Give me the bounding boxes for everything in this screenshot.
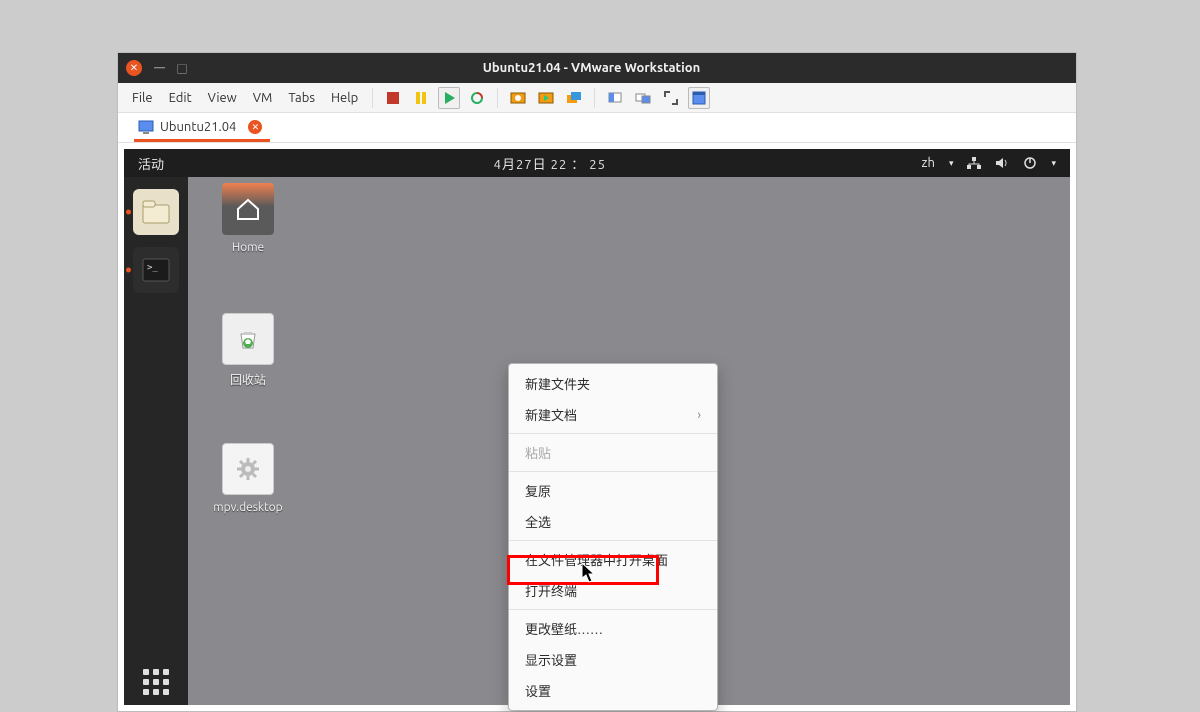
close-button[interactable]: ✕ — [126, 60, 142, 76]
menu-paste: 粘贴 — [509, 437, 717, 468]
close-tab-icon[interactable]: ✕ — [248, 120, 262, 134]
network-icon[interactable] — [967, 156, 981, 170]
snapshot-revert-icon[interactable] — [535, 87, 557, 109]
power-off-icon[interactable] — [382, 87, 404, 109]
window-title: Ubuntu21.04 - VMware Workstation — [187, 61, 996, 75]
vm-tabbar: Ubuntu21.04 ✕ — [118, 113, 1076, 143]
display-multi-icon[interactable] — [632, 87, 654, 109]
gnome-top-bar: 活动 4月27日 22 ： 25 zh ▾ ▾ — [124, 149, 1070, 177]
ubuntu-guest[interactable]: 活动 4月27日 22 ： 25 zh ▾ ▾ >_ — [124, 149, 1070, 705]
menu-tabs[interactable]: Tabs — [280, 91, 323, 105]
gear-icon — [222, 443, 274, 495]
trash-icon — [222, 313, 274, 365]
snapshot-icon[interactable] — [507, 87, 529, 109]
desktop-icon-label: 回收站 — [208, 371, 288, 388]
desktop-icon-label: Home — [208, 241, 288, 254]
menubar: File Edit View VM Tabs Help — [118, 83, 1076, 113]
menu-vm[interactable]: VM — [245, 91, 281, 105]
files-icon — [141, 199, 171, 225]
volume-icon[interactable] — [995, 156, 1009, 170]
play-icon[interactable] — [438, 87, 460, 109]
monitor-icon — [138, 119, 154, 135]
menu-separator — [509, 540, 717, 541]
desktop-context-menu: 新建文件夹 新建文档› 粘贴 复原 全选 在文件管理器中打开桌面 打开终端 更改… — [508, 363, 718, 711]
terminal-icon: >_ — [141, 257, 171, 283]
menu-view[interactable]: View — [200, 91, 245, 105]
display-single-icon[interactable] — [604, 87, 626, 109]
activities-button[interactable]: 活动 — [124, 154, 178, 173]
apps-grid-icon — [143, 669, 169, 695]
menu-separator — [509, 471, 717, 472]
menu-restore[interactable]: 复原 — [509, 475, 717, 506]
dock-files[interactable] — [133, 189, 179, 235]
unity-mode-icon[interactable] — [688, 87, 710, 109]
desktop-icon-home[interactable]: Home — [208, 183, 288, 254]
annotation-highlight — [507, 555, 659, 585]
chevron-right-icon: › — [697, 408, 701, 422]
desktop-icon-trash[interactable]: 回收站 — [208, 313, 288, 388]
menu-file[interactable]: File — [124, 91, 161, 105]
titlebar: ✕ — ▢ Ubuntu21.04 - VMware Workstation — [118, 53, 1076, 83]
fullscreen-icon[interactable] — [660, 87, 682, 109]
system-tray[interactable]: zh ▾ ▾ — [922, 156, 1070, 170]
menu-change-wallpaper[interactable]: 更改壁纸…… — [509, 613, 717, 644]
dock: >_ — [124, 177, 188, 705]
svg-text:>_: >_ — [147, 263, 158, 273]
desktop-icon-label: mpv.desktop — [208, 501, 288, 514]
vm-display-area: 活动 4月27日 22 ： 25 zh ▾ ▾ >_ — [118, 143, 1076, 711]
snapshot-manager-icon[interactable] — [563, 87, 585, 109]
restart-icon[interactable] — [466, 87, 488, 109]
chevron-down-icon: ▾ — [949, 158, 954, 169]
vm-tab-label: Ubuntu21.04 — [160, 120, 236, 134]
menu-edit[interactable]: Edit — [161, 91, 200, 105]
desktop[interactable]: Home 回收站 mpv.desktop 新建文件夹 — [188, 177, 1070, 705]
clock[interactable]: 4月27日 22 ： 25 — [178, 154, 922, 173]
menu-new-document[interactable]: 新建文档› — [509, 399, 717, 430]
menu-settings[interactable]: 设置 — [509, 675, 717, 706]
chevron-down-icon: ▾ — [1051, 158, 1056, 169]
input-method-indicator[interactable]: zh — [922, 156, 935, 170]
menu-select-all[interactable]: 全选 — [509, 506, 717, 537]
menu-separator — [509, 433, 717, 434]
pause-icon[interactable] — [410, 87, 432, 109]
desktop-icon-mpv[interactable]: mpv.desktop — [208, 443, 288, 514]
menu-new-folder[interactable]: 新建文件夹 — [509, 368, 717, 399]
maximize-button[interactable]: ▢ — [177, 61, 187, 76]
toolbar-separator-2 — [594, 88, 595, 108]
vmware-window: ✕ — ▢ Ubuntu21.04 - VMware Workstation F… — [117, 52, 1077, 712]
power-icon[interactable] — [1023, 156, 1037, 170]
home-folder-icon — [222, 183, 274, 235]
show-apps-button[interactable] — [124, 669, 188, 695]
dock-terminal[interactable]: >_ — [133, 247, 179, 293]
toolbar-separator-1 — [497, 88, 498, 108]
menu-display-settings[interactable]: 显示设置 — [509, 644, 717, 675]
menu-help[interactable]: Help — [323, 91, 366, 105]
vm-tab[interactable]: Ubuntu21.04 ✕ — [134, 115, 270, 142]
menubar-separator — [372, 88, 373, 108]
menu-separator — [509, 609, 717, 610]
minimize-button[interactable]: — — [154, 62, 165, 74]
